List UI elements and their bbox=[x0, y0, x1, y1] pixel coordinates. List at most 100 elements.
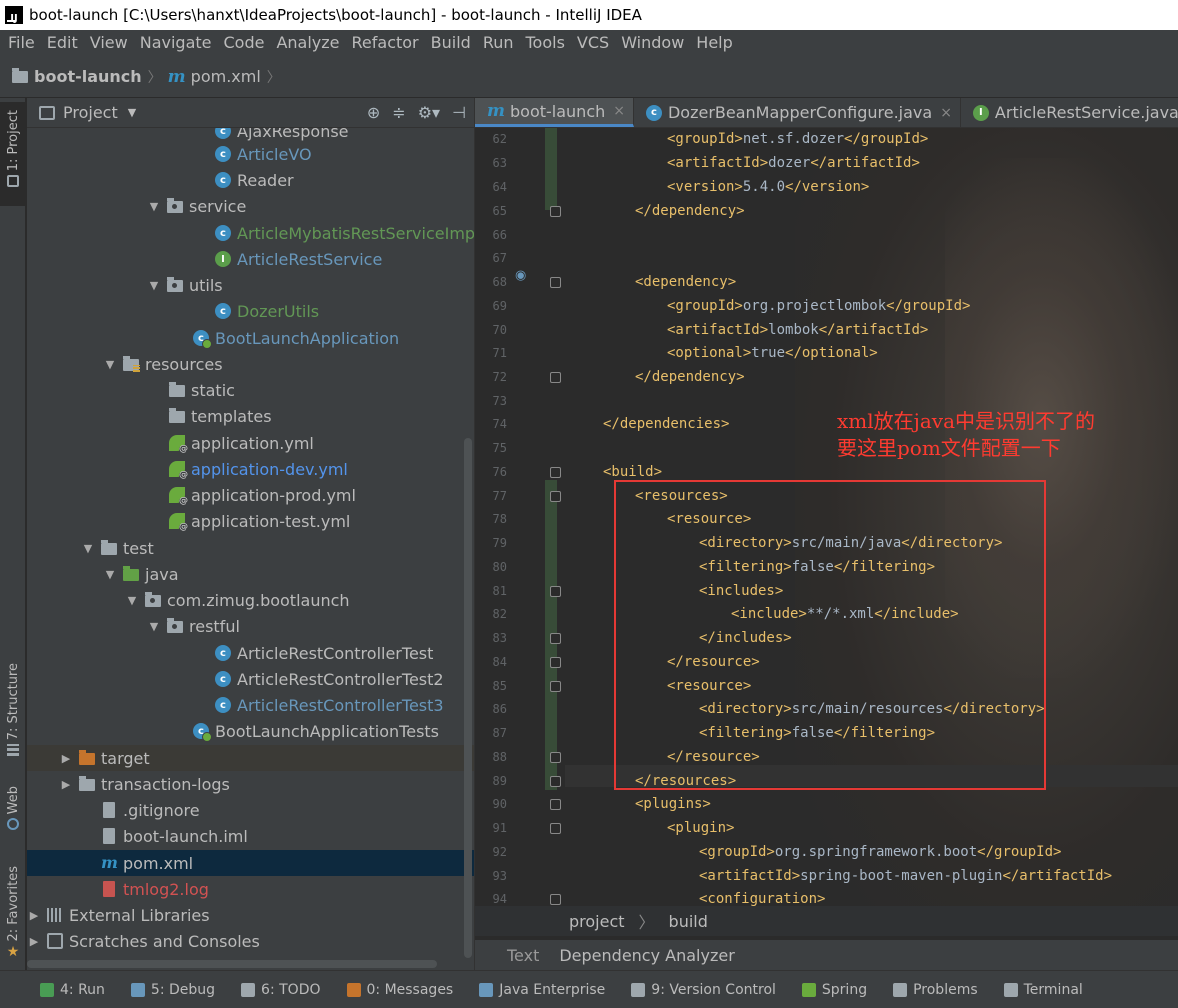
tree-item[interactable]: ▶ target bbox=[27, 745, 474, 771]
menu-build[interactable]: Build bbox=[425, 30, 477, 56]
project-tree-vertical-scrollbar[interactable] bbox=[464, 438, 472, 958]
menu-edit[interactable]: Edit bbox=[41, 30, 84, 56]
tool-window-debug[interactable]: 5: Debug bbox=[130, 982, 215, 998]
menu-refactor[interactable]: Refactor bbox=[346, 30, 425, 56]
fold-marker-icon[interactable] bbox=[550, 657, 561, 668]
fold-marker-icon[interactable] bbox=[550, 894, 561, 905]
tree-item[interactable]: ▼ restful bbox=[27, 613, 474, 639]
tree-item[interactable]: ▶ Scratches and Consoles bbox=[27, 928, 474, 954]
expanded-arrow-icon[interactable]: ▼ bbox=[81, 542, 95, 555]
tool-window-vcs[interactable]: 9: Version Control bbox=[631, 982, 776, 998]
hide-panel-icon[interactable]: ⊣ bbox=[452, 103, 466, 122]
tree-item[interactable]: c ArticleVO bbox=[27, 141, 474, 167]
tree-item[interactable]: ▼ utils bbox=[27, 272, 474, 298]
chevron-down-icon[interactable]: ▼ bbox=[128, 106, 136, 119]
fold-marker-icon[interactable] bbox=[550, 277, 561, 288]
close-icon[interactable]: × bbox=[940, 105, 952, 121]
menu-analyze[interactable]: Analyze bbox=[270, 30, 345, 56]
fold-marker-icon[interactable] bbox=[550, 372, 561, 383]
fold-marker-icon[interactable] bbox=[550, 586, 561, 597]
tree-item[interactable]: boot-launch.iml bbox=[27, 823, 474, 849]
project-panel-title[interactable]: Project bbox=[63, 103, 118, 122]
tab-text[interactable]: Text bbox=[507, 946, 539, 965]
expanded-arrow-icon[interactable]: ▼ bbox=[147, 279, 161, 292]
collapsed-arrow-icon[interactable]: ▶ bbox=[59, 778, 73, 791]
tree-item[interactable]: ▶ External Libraries bbox=[27, 902, 474, 928]
tree-item[interactable]: ▼ test bbox=[27, 535, 474, 561]
editor-breadcrumb-build[interactable]: build bbox=[669, 912, 708, 931]
collapsed-arrow-icon[interactable]: ▶ bbox=[27, 935, 41, 948]
tree-item[interactable]: ▼ com.zimug.bootlaunch bbox=[27, 587, 474, 613]
menu-view[interactable]: View bbox=[84, 30, 134, 56]
tab-dependency-analyzer[interactable]: Dependency Analyzer bbox=[559, 946, 734, 965]
tree-item[interactable]: application-test.yml bbox=[27, 508, 474, 534]
tool-tab-structure[interactable]: 7: Structure bbox=[0, 663, 26, 773]
tree-item[interactable]: ▼ resources bbox=[27, 351, 474, 377]
tool-window-todo[interactable]: 6: TODO bbox=[241, 982, 321, 998]
menu-file[interactable]: File bbox=[2, 30, 41, 56]
tree-item[interactable]: static bbox=[27, 377, 474, 403]
fold-marker-icon[interactable] bbox=[550, 633, 561, 644]
tree-item[interactable]: application-prod.yml bbox=[27, 482, 474, 508]
menu-code[interactable]: Code bbox=[218, 30, 271, 56]
tree-item[interactable]: templates bbox=[27, 403, 474, 429]
fold-marker-icon[interactable] bbox=[550, 823, 561, 834]
menu-window[interactable]: Window bbox=[615, 30, 690, 56]
tree-item[interactable]: c BootLaunchApplicationTests bbox=[27, 718, 474, 744]
project-tree-horizontal-scrollbar[interactable] bbox=[27, 960, 437, 968]
fold-marker-icon[interactable] bbox=[550, 206, 561, 217]
navigate-to-dependency-icon[interactable]: ◉ bbox=[515, 268, 526, 283]
menu-help[interactable]: Help bbox=[690, 30, 738, 56]
breadcrumb-project[interactable]: boot-launch bbox=[34, 67, 142, 86]
tree-item[interactable]: c BootLaunchApplication bbox=[27, 325, 474, 351]
tree-item[interactable]: c ArticleRestControllerTest2 bbox=[27, 666, 474, 692]
tree-item[interactable]: tmlog2.log bbox=[27, 876, 474, 902]
tool-window-terminal[interactable]: Terminal bbox=[1003, 982, 1083, 998]
editor-tab[interactable]: c DozerBeanMapperConfigure.java × bbox=[634, 98, 961, 127]
tree-item[interactable]: .gitignore bbox=[27, 797, 474, 823]
tool-tab-favorites[interactable]: 2: Favorites ★ bbox=[0, 866, 26, 962]
gear-icon[interactable]: ⚙▾ bbox=[418, 103, 440, 122]
locate-icon[interactable]: ⊕ bbox=[367, 103, 380, 122]
tree-item[interactable]: application-dev.yml bbox=[27, 456, 474, 482]
tool-window-run[interactable]: 4: Run bbox=[40, 982, 105, 998]
expanded-arrow-icon[interactable]: ▼ bbox=[147, 620, 161, 633]
close-icon[interactable]: × bbox=[613, 103, 625, 119]
tree-item[interactable]: c ArticleRestControllerTest bbox=[27, 640, 474, 666]
fold-marker-icon[interactable] bbox=[550, 681, 561, 692]
tree-item[interactable]: I ArticleRestService bbox=[27, 246, 474, 272]
tool-window-java-enterprise[interactable]: Java Enterprise bbox=[479, 982, 605, 998]
expanded-arrow-icon[interactable]: ▼ bbox=[103, 358, 117, 371]
breadcrumb-file[interactable]: pom.xml bbox=[191, 67, 261, 86]
editor-tab[interactable]: IArticleRestService.java× bbox=[961, 98, 1178, 127]
tree-item[interactable]: m pom.xml bbox=[27, 850, 474, 876]
tool-tab-web[interactable]: Web bbox=[0, 786, 26, 842]
menu-run[interactable]: Run bbox=[477, 30, 520, 56]
tool-tab-project[interactable]: 1: Project bbox=[0, 102, 26, 206]
tree-item[interactable]: ▼ service bbox=[27, 193, 474, 219]
collapsed-arrow-icon[interactable]: ▶ bbox=[59, 752, 73, 765]
tree-item[interactable]: c Reader bbox=[27, 167, 474, 193]
fold-marker-icon[interactable] bbox=[550, 491, 561, 502]
fold-marker-icon[interactable] bbox=[550, 467, 561, 478]
tree-item[interactable]: c ArticleRestControllerTest3 bbox=[27, 692, 474, 718]
tree-item[interactable]: application.yml bbox=[27, 430, 474, 456]
fold-marker-icon[interactable] bbox=[550, 752, 561, 763]
tree-item[interactable]: c ArticleMybatisRestServiceImpl bbox=[27, 220, 474, 246]
tree-item[interactable]: ▶ transaction-logs bbox=[27, 771, 474, 797]
expanded-arrow-icon[interactable]: ▼ bbox=[147, 200, 161, 213]
tool-window-messages[interactable]: 0: Messages bbox=[346, 982, 453, 998]
tree-item[interactable]: ▼ java bbox=[27, 561, 474, 587]
tool-window-spring[interactable]: Spring bbox=[801, 982, 867, 998]
menu-navigate[interactable]: Navigate bbox=[134, 30, 218, 56]
tool-window-problems[interactable]: Problems bbox=[893, 982, 978, 998]
tree-item[interactable]: c DozerUtils bbox=[27, 298, 474, 324]
fold-marker-icon[interactable] bbox=[550, 776, 561, 787]
menu-vcs[interactable]: VCS bbox=[571, 30, 615, 56]
menu-tools[interactable]: Tools bbox=[520, 30, 571, 56]
editor-tab[interactable]: m boot-launch × bbox=[475, 98, 634, 127]
collapse-all-icon[interactable]: ≑ bbox=[392, 103, 405, 122]
collapsed-arrow-icon[interactable]: ▶ bbox=[27, 909, 41, 922]
expanded-arrow-icon[interactable]: ▼ bbox=[125, 594, 139, 607]
editor-breadcrumb-project[interactable]: project bbox=[569, 912, 625, 931]
